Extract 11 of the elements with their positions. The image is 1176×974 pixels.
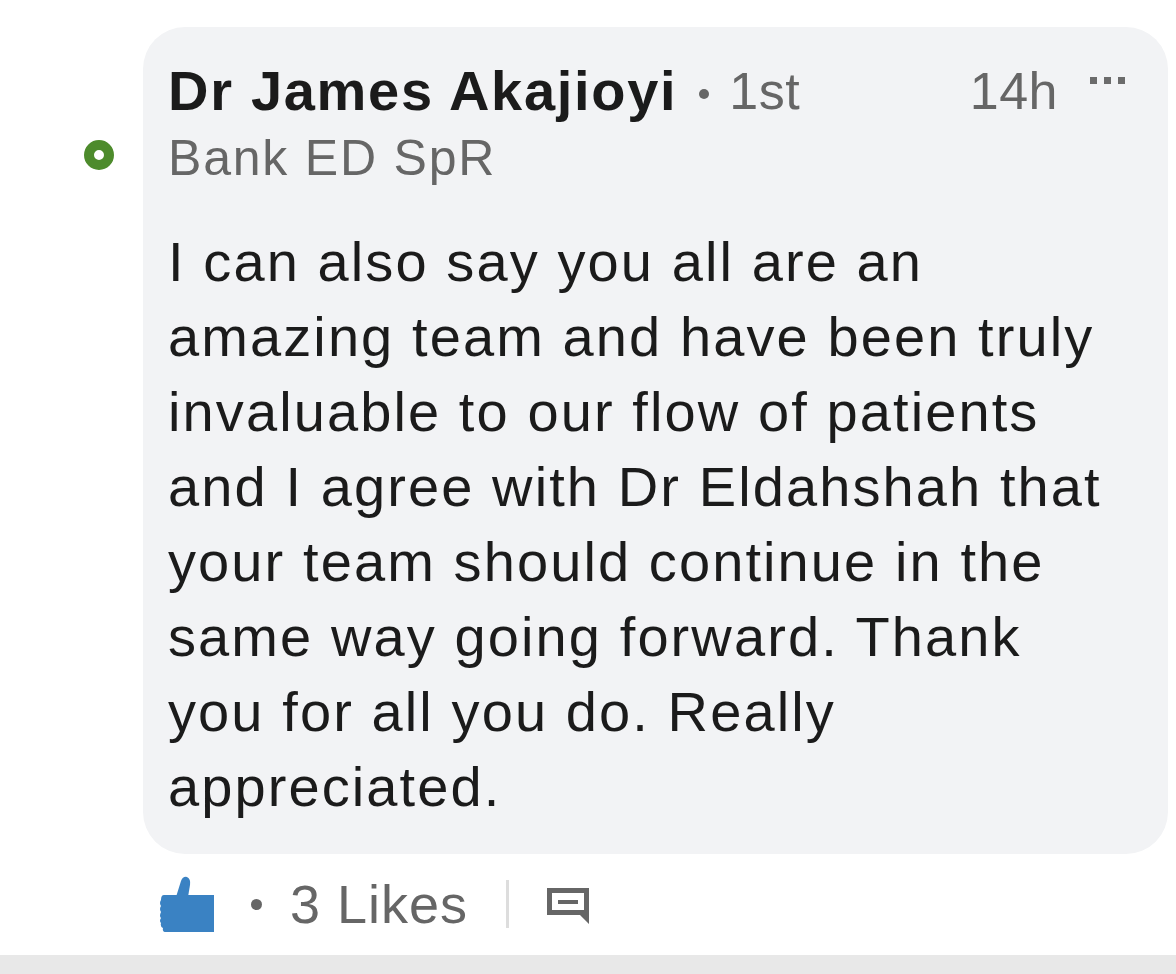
comment-time: 14h <box>969 61 1058 121</box>
author-headline: Bank ED SpR <box>168 130 497 186</box>
separator-dot-icon <box>699 89 710 99</box>
separator-dot-icon <box>251 898 262 910</box>
likes-count[interactable]: 3 Likes <box>290 876 469 932</box>
comment-icon[interactable] <box>547 888 590 924</box>
author-name[interactable]: Dr James Akajioyi <box>168 61 678 121</box>
comment-text: I can also say you all are an amazing team and have been truly invaluable to our flow of patients and I agree with Dr Eldahshah that your team should continue in the same way going forward. Thank you for all you do. Really appreciated. <box>168 229 1103 820</box>
thumbs-up-icon <box>160 876 214 932</box>
more-options-icon[interactable] <box>1090 76 1125 84</box>
connection-degree: 1st <box>729 61 801 121</box>
